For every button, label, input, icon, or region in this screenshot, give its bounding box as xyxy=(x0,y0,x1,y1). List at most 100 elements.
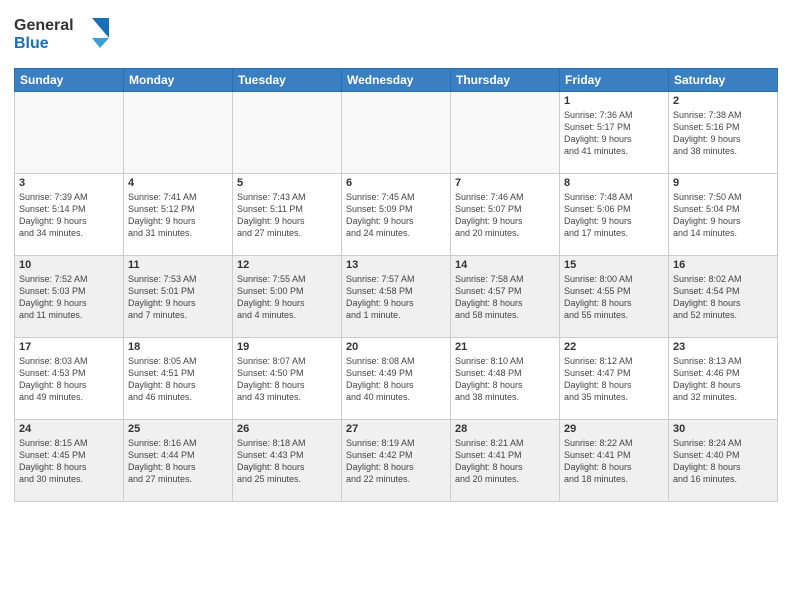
calendar-cell xyxy=(342,92,451,174)
day-number: 1 xyxy=(564,95,664,107)
calendar-cell xyxy=(124,92,233,174)
svg-text:Blue: Blue xyxy=(14,35,49,52)
calendar-week-1: 1 Sunrise: 7:36 AM Sunset: 5:17 PM Daylig… xyxy=(15,92,778,174)
calendar-cell: 13 Sunrise: 7:57 AM Sunset: 4:58 PM Dayli… xyxy=(342,256,451,338)
day-info: Sunrise: 7:39 AM Sunset: 5:14 PM Dayligh… xyxy=(19,191,119,240)
calendar-cell: 1 Sunrise: 7:36 AM Sunset: 5:17 PM Daylig… xyxy=(560,92,669,174)
day-info: Sunrise: 8:05 AM Sunset: 4:51 PM Dayligh… xyxy=(128,355,228,404)
weekday-header-thursday: Thursday xyxy=(451,69,560,92)
calendar-cell: 6 Sunrise: 7:45 AM Sunset: 5:09 PM Daylig… xyxy=(342,174,451,256)
calendar-cell: 10Sunrise: 7:52 AM Sunset: 5:03 PM Dayli… xyxy=(15,256,124,338)
calendar-week-5: 24 Sunrise: 8:15 AM Sunset: 4:45 PM Dayli… xyxy=(15,420,778,502)
weekday-header-monday: Monday xyxy=(124,69,233,92)
day-info: Sunrise: 8:18 AM Sunset: 4:43 PM Dayligh… xyxy=(237,437,337,486)
calendar-cell: 29 Sunrise: 8:22 AM Sunset: 4:41 PM Dayli… xyxy=(560,420,669,502)
weekday-header-wednesday: Wednesday xyxy=(342,69,451,92)
day-info: Sunrise: 8:10 AM Sunset: 4:48 PM Dayligh… xyxy=(455,355,555,404)
calendar-cell xyxy=(15,92,124,174)
calendar-cell: 22 Sunrise: 8:12 AM Sunset: 4:47 PM Dayli… xyxy=(560,338,669,420)
calendar-cell: 20 Sunrise: 8:08 AM Sunset: 4:49 PM Dayli… xyxy=(342,338,451,420)
day-number: 16 xyxy=(673,259,773,271)
calendar-cell xyxy=(451,92,560,174)
day-info: Sunrise: 8:19 AM Sunset: 4:42 PM Dayligh… xyxy=(346,437,446,486)
day-info: Sunrise: 7:36 AM Sunset: 5:17 PM Dayligh… xyxy=(564,109,664,158)
day-info: Sunrise: 7:48 AM Sunset: 5:06 PM Dayligh… xyxy=(564,191,664,240)
calendar-cell: 4 Sunrise: 7:41 AM Sunset: 5:12 PM Daylig… xyxy=(124,174,233,256)
day-info: Sunrise: 8:15 AM Sunset: 4:45 PM Dayligh… xyxy=(19,437,119,486)
day-number: 14 xyxy=(455,259,555,271)
day-info: Sunrise: 8:22 AM Sunset: 4:41 PM Dayligh… xyxy=(564,437,664,486)
calendar-cell: 12Sunrise: 7:55 AM Sunset: 5:00 PM Dayli… xyxy=(233,256,342,338)
calendar-cell: 3 Sunrise: 7:39 AM Sunset: 5:14 PM Daylig… xyxy=(15,174,124,256)
day-number: 2 xyxy=(673,95,773,107)
day-info: Sunrise: 7:50 AM Sunset: 5:04 PM Dayligh… xyxy=(673,191,773,240)
calendar-cell: 28Sunrise: 8:21 AM Sunset: 4:41 PM Dayli… xyxy=(451,420,560,502)
day-number: 8 xyxy=(564,177,664,189)
day-info: Sunrise: 7:53 AM Sunset: 5:01 PM Dayligh… xyxy=(128,273,228,322)
calendar-cell: 8 Sunrise: 7:48 AM Sunset: 5:06 PM Daylig… xyxy=(560,174,669,256)
page-container: General Blue SundayMondayTuesdayWednesda… xyxy=(0,0,792,612)
day-number: 9 xyxy=(673,177,773,189)
calendar-cell: 5 Sunrise: 7:43 AM Sunset: 5:11 PM Daylig… xyxy=(233,174,342,256)
day-info: Sunrise: 7:46 AM Sunset: 5:07 PM Dayligh… xyxy=(455,191,555,240)
day-number: 5 xyxy=(237,177,337,189)
logo: General Blue xyxy=(14,10,124,60)
day-number: 26 xyxy=(237,423,337,435)
header: General Blue xyxy=(14,10,778,60)
calendar-cell: 27 Sunrise: 8:19 AM Sunset: 4:42 PM Dayli… xyxy=(342,420,451,502)
calendar-cell: 23Sunrise: 8:13 AM Sunset: 4:46 PM Dayli… xyxy=(669,338,778,420)
day-number: 30 xyxy=(673,423,773,435)
day-number: 15 xyxy=(564,259,664,271)
calendar-cell: 21 Sunrise: 8:10 AM Sunset: 4:48 PM Dayli… xyxy=(451,338,560,420)
calendar-cell: 7 Sunrise: 7:46 AM Sunset: 5:07 PM Daylig… xyxy=(451,174,560,256)
day-number: 18 xyxy=(128,341,228,353)
day-info: Sunrise: 8:00 AM Sunset: 4:55 PM Dayligh… xyxy=(564,273,664,322)
day-number: 7 xyxy=(455,177,555,189)
day-info: Sunrise: 8:24 AM Sunset: 4:40 PM Dayligh… xyxy=(673,437,773,486)
day-info: Sunrise: 7:41 AM Sunset: 5:12 PM Dayligh… xyxy=(128,191,228,240)
calendar-cell: 30 Sunrise: 8:24 AM Sunset: 4:40 PM Dayli… xyxy=(669,420,778,502)
day-info: Sunrise: 7:57 AM Sunset: 4:58 PM Dayligh… xyxy=(346,273,446,322)
calendar-cell: 18 Sunrise: 8:05 AM Sunset: 4:51 PM Dayli… xyxy=(124,338,233,420)
day-info: Sunrise: 8:16 AM Sunset: 4:44 PM Dayligh… xyxy=(128,437,228,486)
calendar-cell: 25Sunrise: 8:16 AM Sunset: 4:44 PM Dayli… xyxy=(124,420,233,502)
calendar-week-2: 3 Sunrise: 7:39 AM Sunset: 5:14 PM Daylig… xyxy=(15,174,778,256)
day-number: 27 xyxy=(346,423,446,435)
weekday-header-row: SundayMondayTuesdayWednesdayThursdayFrid… xyxy=(15,69,778,92)
day-info: Sunrise: 7:58 AM Sunset: 4:57 PM Dayligh… xyxy=(455,273,555,322)
day-number: 20 xyxy=(346,341,446,353)
calendar-cell: 14 Sunrise: 7:58 AM Sunset: 4:57 PM Dayli… xyxy=(451,256,560,338)
svg-text:General: General xyxy=(14,17,74,34)
calendar-cell: 24 Sunrise: 8:15 AM Sunset: 4:45 PM Dayli… xyxy=(15,420,124,502)
day-number: 4 xyxy=(128,177,228,189)
day-info: Sunrise: 8:13 AM Sunset: 4:46 PM Dayligh… xyxy=(673,355,773,404)
calendar-cell: 26 Sunrise: 8:18 AM Sunset: 4:43 PM Dayli… xyxy=(233,420,342,502)
weekday-header-saturday: Saturday xyxy=(669,69,778,92)
calendar-cell: 17Sunrise: 8:03 AM Sunset: 4:53 PM Dayli… xyxy=(15,338,124,420)
calendar-cell: 11Sunrise: 7:53 AM Sunset: 5:01 PM Dayli… xyxy=(124,256,233,338)
day-number: 28 xyxy=(455,423,555,435)
day-info: Sunrise: 7:52 AM Sunset: 5:03 PM Dayligh… xyxy=(19,273,119,322)
day-info: Sunrise: 8:08 AM Sunset: 4:49 PM Dayligh… xyxy=(346,355,446,404)
day-info: Sunrise: 8:12 AM Sunset: 4:47 PM Dayligh… xyxy=(564,355,664,404)
day-number: 22 xyxy=(564,341,664,353)
day-info: Sunrise: 7:43 AM Sunset: 5:11 PM Dayligh… xyxy=(237,191,337,240)
day-number: 13 xyxy=(346,259,446,271)
day-number: 3 xyxy=(19,177,119,189)
day-info: Sunrise: 8:02 AM Sunset: 4:54 PM Dayligh… xyxy=(673,273,773,322)
day-number: 29 xyxy=(564,423,664,435)
day-info: Sunrise: 8:03 AM Sunset: 4:53 PM Dayligh… xyxy=(19,355,119,404)
day-info: Sunrise: 7:45 AM Sunset: 5:09 PM Dayligh… xyxy=(346,191,446,240)
calendar-cell: 19Sunrise: 8:07 AM Sunset: 4:50 PM Dayli… xyxy=(233,338,342,420)
calendar-cell: 16 Sunrise: 8:02 AM Sunset: 4:54 PM Dayli… xyxy=(669,256,778,338)
day-number: 6 xyxy=(346,177,446,189)
day-number: 24 xyxy=(19,423,119,435)
calendar-table: SundayMondayTuesdayWednesdayThursdayFrid… xyxy=(14,68,778,502)
day-info: Sunrise: 7:38 AM Sunset: 5:16 PM Dayligh… xyxy=(673,109,773,158)
weekday-header-friday: Friday xyxy=(560,69,669,92)
weekday-header-sunday: Sunday xyxy=(15,69,124,92)
day-number: 21 xyxy=(455,341,555,353)
weekday-header-tuesday: Tuesday xyxy=(233,69,342,92)
day-info: Sunrise: 7:55 AM Sunset: 5:00 PM Dayligh… xyxy=(237,273,337,322)
calendar-cell xyxy=(233,92,342,174)
